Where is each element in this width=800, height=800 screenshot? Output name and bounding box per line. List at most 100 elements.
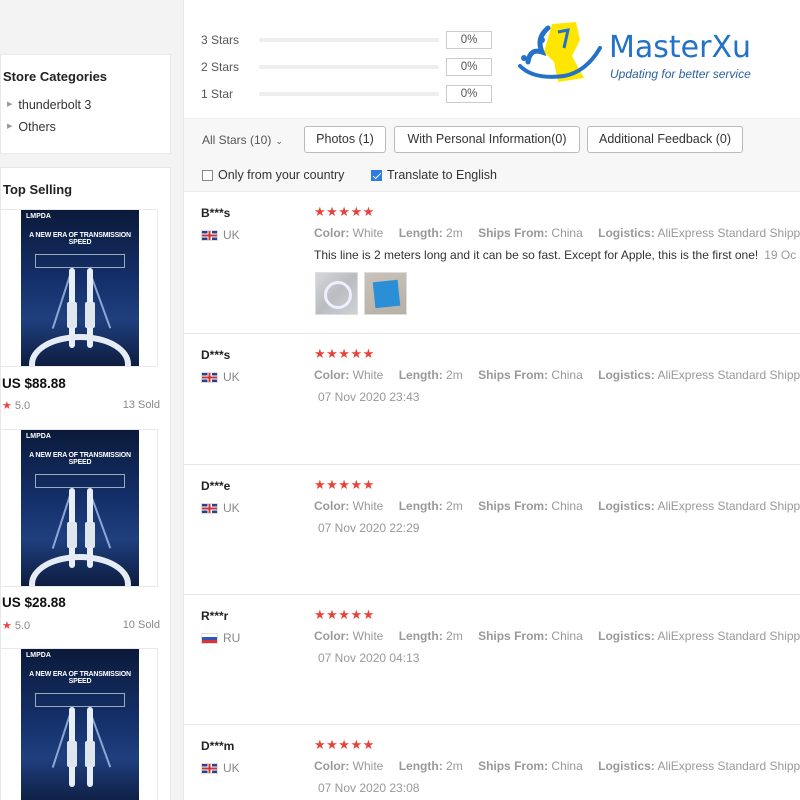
reviewer-country: UK <box>201 761 240 775</box>
attr-label: Color: <box>314 759 350 773</box>
attr-logistics: AliExpress Standard Shipping <box>657 226 800 240</box>
uk-flag-icon <box>201 229 218 241</box>
usb-c-plug-graphic <box>67 302 77 328</box>
rating-percent: 0% <box>446 31 492 49</box>
reviewer-name: D***m <box>201 739 235 753</box>
rating-bar <box>259 38 439 42</box>
cable-coil-graphic <box>29 334 131 366</box>
usb-c-plug-graphic <box>67 741 77 767</box>
review-attributes: Color: White Length: 2m Ships From: Chin… <box>314 226 800 240</box>
poster-brand: LMPDA <box>26 433 51 440</box>
star-rating: ★★★★★ <box>314 204 375 219</box>
product-price[interactable]: US $28.88 <box>2 595 66 610</box>
checkbox-unchecked-icon <box>202 169 213 181</box>
star-rating: ★★★★★ <box>314 737 375 752</box>
caret-right-icon: ▶ <box>7 123 13 130</box>
poster-headline: A NEW ERA OF TRANSMISSION SPEED <box>29 452 131 466</box>
product-image-1[interactable]: LMPDA A NEW ERA OF TRANSMISSION SPEED <box>0 209 158 367</box>
category-item-thunderbolt-3[interactable]: ▶ thunderbolt 3 <box>3 94 170 116</box>
star-icon: ★ <box>2 620 12 632</box>
product-image-3[interactable]: LMPDA A NEW ERA OF TRANSMISSION SPEED <box>0 648 158 800</box>
rating-percent: 0% <box>446 58 492 76</box>
translate-english-checkbox[interactable]: Translate to English <box>371 168 497 182</box>
rating-bar <box>259 65 439 69</box>
review-attributes: Color: White Length: 2m Ships From: Chin… <box>314 759 800 773</box>
masterxu-emblem-icon <box>518 22 602 82</box>
review-photo-thumbnail[interactable] <box>364 272 407 315</box>
only-country-checkbox[interactable]: Only from your country <box>202 168 344 182</box>
attr-label: Ships From: <box>478 499 549 513</box>
attr-ships-from: China <box>551 499 583 513</box>
reviewer-name: D***s <box>201 348 231 362</box>
top-selling-title: Top Selling <box>3 182 73 197</box>
category-item-others[interactable]: ▶ Others <box>3 116 170 138</box>
poster-spec-box <box>35 474 125 488</box>
product-meta: ★ 5.0 13 Sold <box>2 399 160 412</box>
attr-logistics: AliExpress Standard Shipping <box>657 759 800 773</box>
attr-logistics: AliExpress Standard Shipping <box>657 368 800 382</box>
attr-ships-from: China <box>551 629 583 643</box>
product-image-2[interactable]: LMPDA A NEW ERA OF TRANSMISSION SPEED <box>0 429 158 587</box>
checkbox-label: Only from your country <box>218 168 345 182</box>
attr-label: Length: <box>398 629 443 643</box>
uk-flag-icon <box>201 762 218 774</box>
review-date: 19 Oc <box>764 248 797 262</box>
poster-spec-box <box>35 693 125 707</box>
country-code: UK <box>223 761 240 775</box>
reviewer-name: D***e <box>201 479 231 493</box>
additional-feedback-filter-button[interactable]: Additional Feedback (0) <box>587 126 743 153</box>
chevron-down-icon: ⌄ <box>275 136 283 146</box>
checkbox-label: Translate to English <box>387 168 498 182</box>
poster-brand: LMPDA <box>26 652 51 659</box>
usb-c-plug-graphic <box>85 741 95 767</box>
product-meta: ★ 5.0 10 Sold <box>2 619 160 632</box>
category-list: ▶ thunderbolt 3 ▶ Others <box>3 94 170 138</box>
attr-color: White <box>352 629 384 643</box>
review-attributes: Color: White Length: 2m Ships From: Chin… <box>314 499 800 513</box>
review-item: R***r RU ★★★★★ Color: White Length: 2m S… <box>184 595 800 725</box>
product-sold-count: 13 Sold <box>122 399 160 411</box>
attr-label: Length: <box>398 759 443 773</box>
review-attributes: Color: White Length: 2m Ships From: Chin… <box>314 629 800 643</box>
attr-label: Logistics: <box>598 368 655 382</box>
rating-row-2-stars[interactable]: 2 Stars 0% <box>201 58 492 76</box>
ru-flag-icon <box>201 632 218 644</box>
all-stars-dropdown[interactable]: All Stars (10) ⌄ <box>202 133 283 147</box>
rating-row-1-star[interactable]: 1 Star 0% <box>201 85 492 103</box>
photos-filter-button[interactable]: Photos (1) <box>304 126 386 153</box>
personal-info-filter-button[interactable]: With Personal Information(0) <box>394 126 580 153</box>
attr-label: Logistics: <box>598 226 655 240</box>
star-icon: ★ <box>2 400 12 412</box>
reviewer-country: UK <box>201 501 240 515</box>
review-photo-thumbnail[interactable] <box>315 272 358 315</box>
product-rating: ★ 5.0 <box>2 619 30 632</box>
uk-flag-icon <box>201 502 218 514</box>
reviewer-country: UK <box>201 228 240 242</box>
attr-color: White <box>352 759 384 773</box>
rating-value: 5.0 <box>14 620 31 632</box>
attr-label: Length: <box>398 368 443 382</box>
masterxu-watermark-logo: MasterXu Updating for better service <box>514 18 784 90</box>
rating-row-3-stars[interactable]: 3 Stars 0% <box>201 31 492 49</box>
poster-brand: LMPDA <box>26 213 51 220</box>
country-code: UK <box>223 228 240 242</box>
attr-length: 2m <box>446 368 463 382</box>
star-rating: ★★★★★ <box>314 477 375 492</box>
category-label: Others <box>18 120 56 134</box>
review-item: D***m UK ★★★★★ Color: White Length: 2m S… <box>184 725 800 800</box>
country-code: UK <box>223 501 240 515</box>
attr-ships-from: China <box>551 226 583 240</box>
cable-coil-graphic <box>29 554 131 586</box>
attr-ships-from: China <box>551 759 583 773</box>
store-categories-panel: Store Categories ▶ thunderbolt 3 ▶ Other… <box>0 54 171 154</box>
product-price[interactable]: US $88.88 <box>2 376 66 391</box>
reviewer-name: B***s <box>201 206 231 220</box>
watermark-subtitle: Updating for better service <box>610 67 751 81</box>
attr-length: 2m <box>446 499 463 513</box>
country-code: UK <box>223 370 240 384</box>
country-code: RU <box>223 631 241 645</box>
review-text: This line is 2 meters long and it can be… <box>314 248 796 262</box>
feedback-filter-bar: All Stars (10) ⌄ Photos (1) With Personal… <box>184 118 800 192</box>
review-date: 07 Nov 2020 23:43 <box>318 390 420 404</box>
attr-label: Length: <box>398 226 443 240</box>
